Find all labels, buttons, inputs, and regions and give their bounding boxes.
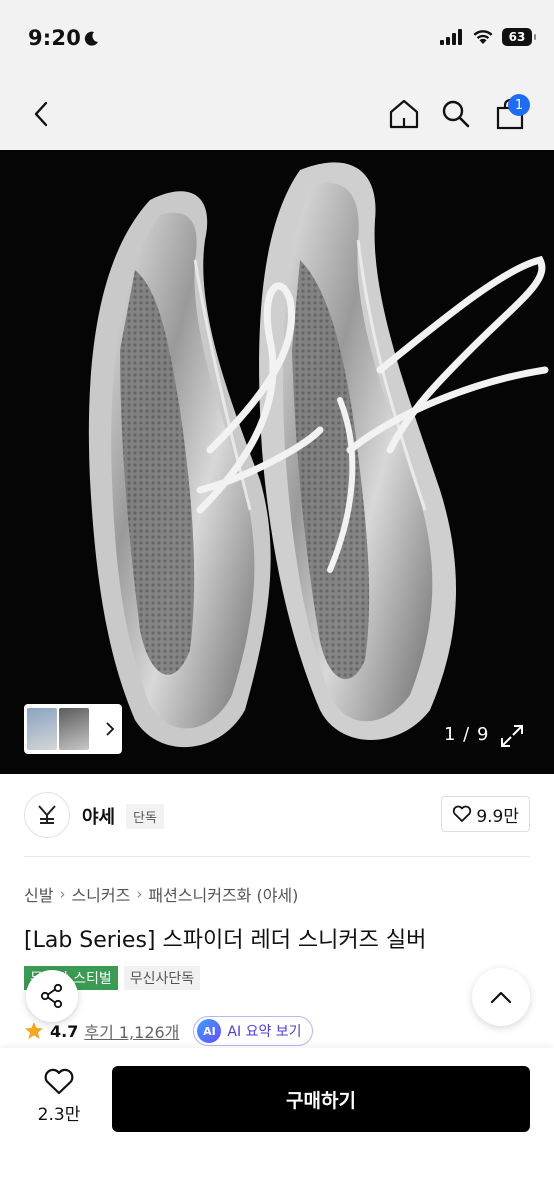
heart-icon — [453, 805, 472, 822]
chevron-right-icon — [106, 722, 115, 736]
brand-like-button[interactable]: 9.9만 — [441, 796, 530, 832]
thumbnail-image[interactable] — [59, 708, 89, 750]
silver-sneakers-image — [0, 150, 554, 774]
brand-logo-mark — [38, 805, 56, 824]
image-counter: 1 / 9 — [444, 724, 490, 745]
chevron-right-icon: › — [136, 885, 143, 903]
brand-name[interactable]: 야세 — [82, 803, 115, 829]
rating-score: 4.7 — [50, 1021, 79, 1041]
home-button[interactable] — [382, 92, 426, 136]
home-icon — [389, 99, 419, 129]
ai-summary-label: AI 요약 보기 — [227, 1024, 302, 1040]
ai-badge: AI — [197, 1019, 222, 1043]
exclusive-tag: 단독 — [126, 804, 164, 829]
divider — [24, 856, 530, 857]
breadcrumb-item[interactable]: 스니커즈 — [71, 882, 130, 906]
heart-icon — [44, 1068, 74, 1095]
breadcrumb-item[interactable]: 패션스니커즈화 (야세) — [148, 882, 298, 906]
share-button[interactable] — [26, 970, 78, 1022]
product-title: [Lab Series] 스파이더 레더 스니커즈 실버 — [24, 928, 427, 953]
thumbnail-strip[interactable] — [24, 704, 122, 754]
product-image[interactable]: 1 / 9 — [0, 150, 554, 774]
rating-row: 4.7 후기 1,126개 AI AI 요약 보기 — [24, 1016, 313, 1046]
moon-icon — [84, 31, 98, 46]
battery-level: 63 — [508, 30, 526, 44]
signal-icon — [440, 29, 462, 45]
share-icon — [40, 983, 63, 1009]
chevron-left-icon — [34, 101, 48, 127]
wishlist-count: 2.3만 — [37, 1105, 81, 1125]
brand-logo[interactable] — [24, 792, 70, 838]
scroll-top-button[interactable] — [472, 968, 530, 1026]
ai-summary-button[interactable]: AI AI 요약 보기 — [193, 1016, 313, 1046]
search-icon — [442, 100, 470, 128]
app-header: 1 — [0, 78, 554, 150]
breadcrumb: 신발 › 스니커즈 › 패션스니커즈화 (야세) — [24, 882, 298, 906]
battery-indicator: 63 — [502, 28, 536, 46]
brand-row: 야세 단독 9.9만 — [24, 792, 530, 840]
thumbnail-image[interactable] — [27, 708, 57, 750]
review-count-link[interactable]: 후기 1,126개 — [84, 1019, 179, 1043]
wifi-icon — [473, 30, 493, 44]
chevron-right-icon: › — [59, 885, 66, 903]
cart-button[interactable]: 1 — [488, 92, 532, 136]
chevron-up-icon — [490, 991, 512, 1004]
exclusive-tag: 무신사단독 — [123, 966, 201, 990]
star-icon — [25, 1022, 43, 1039]
wishlist-button[interactable]: 2.3만 — [30, 1068, 88, 1132]
expand-icon[interactable] — [498, 722, 526, 750]
brand-like-count: 9.9만 — [476, 806, 519, 827]
buy-button[interactable]: 구매하기 — [112, 1066, 530, 1132]
status-icons: 63 — [440, 28, 536, 46]
cart-count-badge: 1 — [508, 94, 530, 116]
breadcrumb-item[interactable]: 신발 — [24, 882, 53, 906]
status-bar: 9:20 63 — [0, 0, 554, 78]
status-time: 9:20 — [28, 26, 82, 50]
back-button[interactable] — [20, 92, 64, 136]
bottom-bar: 2.3만 구매하기 — [0, 1048, 554, 1200]
search-button[interactable] — [434, 92, 478, 136]
